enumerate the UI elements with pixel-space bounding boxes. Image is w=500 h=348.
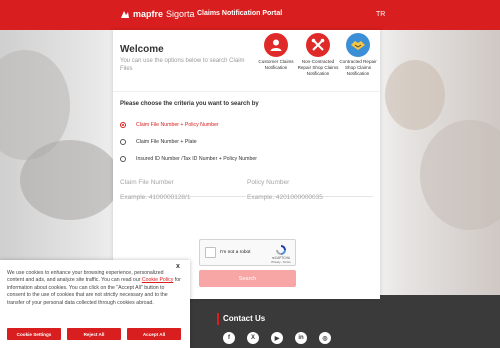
criteria-option-claim-plate[interactable]: Claim File Number + Plate bbox=[120, 139, 197, 145]
brand-main: mapfre bbox=[133, 9, 164, 19]
radio-selected[interactable] bbox=[120, 122, 126, 128]
search-card: Welcome You can use the options below to… bbox=[113, 30, 380, 299]
option-label: Non-Contracted Repair Shop Claims Notifi… bbox=[297, 59, 339, 76]
recaptcha-logo-icon bbox=[276, 245, 286, 255]
option-non-contracted-repair[interactable]: Non-Contracted Repair Shop Claims Notifi… bbox=[297, 33, 339, 77]
claim-file-label: Claim File Number bbox=[120, 179, 174, 186]
criteria-option-id-policy[interactable]: Insured ID Number /Tax ID Number + Polic… bbox=[120, 156, 257, 162]
brand-sub: Sigorta bbox=[166, 9, 195, 19]
mapfre-logo-icon bbox=[121, 10, 129, 18]
contact-accent-bar bbox=[217, 313, 219, 325]
welcome-title: Welcome bbox=[120, 44, 164, 55]
background-shape bbox=[20, 140, 120, 220]
language-switch[interactable]: TR bbox=[376, 11, 385, 18]
criteria-title: Please choose the criteria you want to s… bbox=[120, 101, 259, 107]
repair-tools-icon bbox=[306, 33, 330, 57]
background-shape bbox=[420, 120, 500, 230]
portal-title: Claims Notification Portal bbox=[197, 10, 283, 17]
top-bar: mapfre Sigorta Claims Notification Porta… bbox=[0, 0, 500, 30]
facebook-icon[interactable]: f bbox=[223, 332, 235, 344]
recaptcha-links[interactable]: Privacy - Terms bbox=[266, 260, 296, 264]
radio-unselected[interactable] bbox=[120, 156, 126, 162]
cookie-text-part: We use cookies to enhance your browsing … bbox=[7, 270, 164, 284]
cookie-settings-button[interactable]: Cookie Settings bbox=[7, 328, 61, 340]
x-icon[interactable]: X bbox=[247, 332, 259, 344]
claim-file-field: Claim File Number bbox=[120, 179, 246, 201]
recaptcha-widget: I'm not a robot reCAPTCHA Privacy - Term… bbox=[199, 239, 296, 266]
background-shape bbox=[385, 60, 445, 130]
youtube-icon[interactable]: ▶ bbox=[271, 332, 283, 344]
option-customer-claims[interactable]: Customer Claims Notification bbox=[255, 33, 297, 71]
criteria-option-claim-policy[interactable]: Claim File Number + Policy Number bbox=[120, 122, 219, 128]
radio-unselected[interactable] bbox=[120, 139, 126, 145]
reject-all-button[interactable]: Reject All bbox=[67, 328, 121, 340]
divider bbox=[113, 91, 380, 92]
cookie-policy-link[interactable]: Cookie Policy bbox=[142, 277, 173, 283]
recaptcha-label: I'm not a robot bbox=[220, 250, 251, 255]
policy-number-input[interactable] bbox=[247, 194, 367, 201]
search-button[interactable]: Search bbox=[199, 270, 296, 287]
criteria-label: Claim File Number + Plate bbox=[136, 139, 197, 145]
mapfre-logo[interactable]: mapfre Sigorta bbox=[120, 9, 195, 19]
recaptcha-checkbox[interactable] bbox=[205, 247, 216, 258]
linkedin-icon[interactable]: in bbox=[295, 332, 307, 344]
handshake-icon bbox=[346, 33, 370, 57]
option-label: Customer Claims Notification bbox=[258, 59, 294, 70]
cookie-text: We use cookies to enhance your browsing … bbox=[7, 270, 181, 307]
option-contracted-repair[interactable]: Contracted Repair Shop Claims Notificati… bbox=[337, 33, 379, 77]
close-icon[interactable]: x bbox=[176, 263, 180, 270]
customer-claim-icon bbox=[264, 33, 288, 57]
welcome-subtitle: You can use the options below to search … bbox=[120, 58, 245, 72]
accept-all-button[interactable]: Accept All bbox=[127, 328, 181, 340]
claim-file-input[interactable] bbox=[120, 194, 240, 201]
contact-title: Contact Us bbox=[223, 314, 266, 323]
policy-number-field: Policy Number bbox=[247, 179, 373, 201]
policy-number-label: Policy Number bbox=[247, 179, 290, 186]
criteria-label: Claim File Number + Policy Number bbox=[136, 122, 219, 128]
criteria-label: Insured ID Number /Tax ID Number + Polic… bbox=[136, 156, 257, 162]
instagram-icon[interactable]: ◎ bbox=[319, 332, 331, 344]
option-label: Contracted Repair Shop Claims Notificati… bbox=[339, 59, 377, 76]
